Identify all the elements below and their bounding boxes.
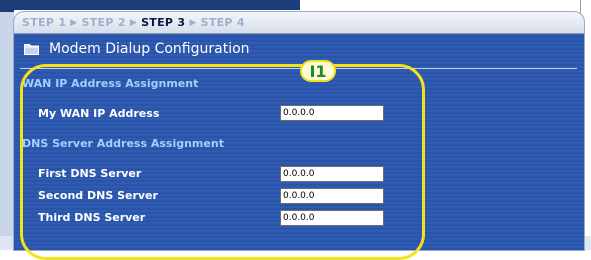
wizard-panel: STEP 1 ▶ STEP 2 ▶ STEP 3 ▶ STEP 4 Modem … <box>14 12 584 250</box>
wizard-steps-bar: STEP 1 ▶ STEP 2 ▶ STEP 3 ▶ STEP 4 <box>14 12 584 34</box>
wan-section-heading: WAN IP Address Assignment <box>22 77 199 90</box>
page-title-text: Modem Dialup Configuration <box>49 41 250 57</box>
third-dns-label: Third DNS Server <box>38 211 146 224</box>
my-wan-ip-input[interactable] <box>280 105 384 121</box>
first-dns-input[interactable] <box>280 166 384 182</box>
step-1: STEP 1 <box>22 16 67 29</box>
step-4: STEP 4 <box>200 16 245 29</box>
page-title: Modem Dialup Configuration <box>24 40 250 58</box>
annotation-badge: I1 <box>300 60 336 82</box>
step-separator-icon: ▶ <box>70 17 78 28</box>
folder-icon <box>24 43 39 55</box>
step-separator-icon: ▶ <box>189 17 197 28</box>
step-3-current: STEP 3 <box>141 16 186 29</box>
second-dns-input[interactable] <box>280 188 384 204</box>
first-dns-label: First DNS Server <box>38 167 142 180</box>
background-window-edge <box>0 0 14 250</box>
my-wan-ip-label: My WAN IP Address <box>38 107 160 120</box>
second-dns-label: Second DNS Server <box>38 189 158 202</box>
background-window-titlebar <box>0 0 591 10</box>
dns-section-heading: DNS Server Address Assignment <box>22 137 224 150</box>
step-separator-icon: ▶ <box>129 17 138 28</box>
third-dns-input[interactable] <box>280 210 384 226</box>
step-2: STEP 2 <box>81 16 126 29</box>
title-divider <box>20 68 577 69</box>
